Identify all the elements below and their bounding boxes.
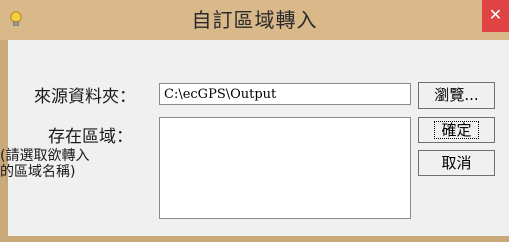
ok-button[interactable]: 確定: [418, 117, 495, 143]
area-hint: (請選取欲轉入 的區域名稱): [0, 148, 90, 180]
area-label: 存在區域：: [48, 127, 133, 147]
dialog-window: 自訂區域轉入 ✕ 來源資料夾： 存在區域： (請選取欲轉入 的區域名稱) 瀏覽.…: [0, 0, 509, 242]
close-icon: ✕: [488, 5, 503, 24]
window-title: 自訂區域轉入: [191, 8, 318, 32]
source-folder-input[interactable]: [159, 83, 411, 105]
ok-button-label: 確定: [434, 121, 479, 139]
browse-button[interactable]: 瀏覽...: [418, 82, 495, 109]
title-bar[interactable]: 自訂區域轉入 ✕: [0, 0, 509, 40]
cancel-button[interactable]: 取消: [418, 150, 495, 176]
area-listbox[interactable]: [159, 117, 411, 219]
close-button[interactable]: ✕: [482, 0, 509, 32]
source-folder-label: 來源資料夾：: [34, 87, 136, 107]
dialog-body: 來源資料夾： 存在區域： (請選取欲轉入 的區域名稱) 瀏覽... 確定 取消: [0, 40, 509, 236]
